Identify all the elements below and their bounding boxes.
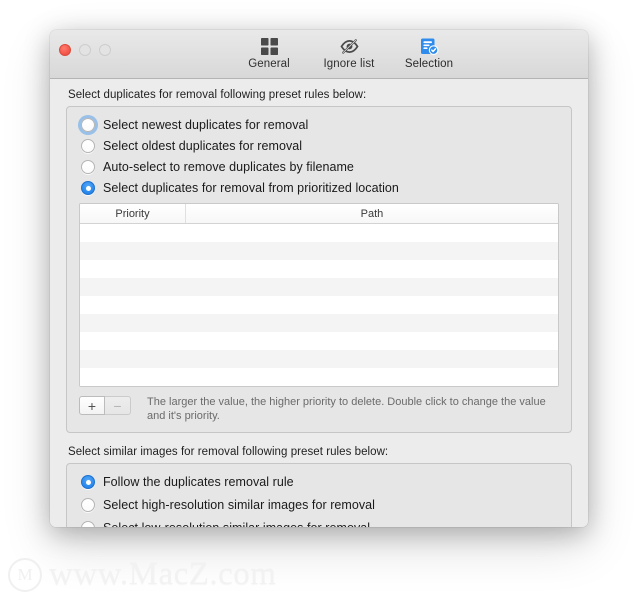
radio-option-newest-duplicates[interactable]: Select newest duplicates for removal <box>81 115 561 135</box>
similar-images-panel: Follow the duplicates removal rule Selec… <box>66 463 572 527</box>
table-row[interactable] <box>80 332 558 350</box>
radio-indicator[interactable] <box>81 475 95 489</box>
column-header-path[interactable]: Path <box>186 204 558 223</box>
table-row[interactable] <box>80 296 558 314</box>
radio-label: Select duplicates for removal from prior… <box>103 181 399 195</box>
document-check-icon <box>419 36 439 56</box>
add-remove-segmented-control: + − <box>79 396 131 415</box>
tab-general-label: General <box>248 58 290 70</box>
priority-table[interactable]: Priority Path <box>79 203 559 387</box>
radio-indicator[interactable] <box>81 139 95 153</box>
radio-option-follow-duplicates-rule[interactable]: Follow the duplicates removal rule <box>81 472 561 492</box>
radio-option-oldest-duplicates[interactable]: Select oldest duplicates for removal <box>81 136 561 156</box>
tab-ignore-list-label: Ignore list <box>323 58 375 70</box>
table-row[interactable] <box>80 368 558 386</box>
radio-indicator[interactable] <box>81 118 95 132</box>
traffic-lights <box>59 44 111 56</box>
tab-ignore-list[interactable]: Ignore list <box>316 33 382 72</box>
radio-option-high-resolution[interactable]: Select high-resolution similar images fo… <box>81 495 561 515</box>
preferences-window: General Ignore list Selection Select dup… <box>50 30 588 527</box>
table-body <box>80 224 558 386</box>
table-row[interactable] <box>80 278 558 296</box>
radio-indicator[interactable] <box>81 521 95 527</box>
table-header-row: Priority Path <box>80 204 558 224</box>
tab-general[interactable]: General <box>236 33 302 72</box>
radio-label: Select high-resolution similar images fo… <box>103 498 375 512</box>
minimize-button[interactable] <box>79 44 91 56</box>
radio-indicator[interactable] <box>81 181 95 195</box>
radio-indicator[interactable] <box>81 498 95 512</box>
toolbar: General Ignore list Selection <box>236 33 462 72</box>
radio-option-auto-select-filename[interactable]: Auto-select to remove duplicates by file… <box>81 157 561 177</box>
maximize-button[interactable] <box>99 44 111 56</box>
table-row[interactable] <box>80 350 558 368</box>
duplicates-panel: Select newest duplicates for removal Sel… <box>66 106 572 433</box>
radio-option-prioritized-location[interactable]: Select duplicates for removal from prior… <box>81 178 561 198</box>
table-row[interactable] <box>80 242 558 260</box>
preferences-content: Select duplicates for removal following … <box>50 79 588 527</box>
radio-label: Select newest duplicates for removal <box>103 118 309 132</box>
tab-selection[interactable]: Selection <box>396 33 462 72</box>
duplicates-section-label: Select duplicates for removal following … <box>68 89 367 101</box>
radio-indicator[interactable] <box>81 160 95 174</box>
radio-label: Select oldest duplicates for removal <box>103 139 303 153</box>
similar-section-label: Select similar images for removal follow… <box>68 446 389 458</box>
window-titlebar: General Ignore list Selection <box>50 30 588 79</box>
watermark: M www.MacZ.com <box>8 556 276 593</box>
eye-slash-icon <box>339 36 360 56</box>
add-priority-button[interactable]: + <box>79 396 105 415</box>
table-footer: + − The larger the value, the higher pri… <box>79 395 559 423</box>
radio-option-low-resolution[interactable]: Select low-resolution similar images for… <box>81 518 561 527</box>
remove-priority-button: − <box>105 396 131 415</box>
watermark-logo-icon: M <box>8 557 42 592</box>
radio-label: Follow the duplicates removal rule <box>103 475 294 489</box>
table-row[interactable] <box>80 260 558 278</box>
radio-label: Auto-select to remove duplicates by file… <box>103 160 354 174</box>
grid-squares-icon <box>260 36 279 56</box>
priority-hint-text: The larger the value, the higher priorit… <box>147 396 546 422</box>
column-header-priority[interactable]: Priority <box>80 204 186 223</box>
table-row[interactable] <box>80 224 558 242</box>
radio-label: Select low-resolution similar images for… <box>103 521 370 527</box>
close-button[interactable] <box>59 44 71 56</box>
watermark-text: www.MacZ.com <box>49 556 277 592</box>
tab-selection-label: Selection <box>404 58 454 70</box>
table-row[interactable] <box>80 314 558 332</box>
